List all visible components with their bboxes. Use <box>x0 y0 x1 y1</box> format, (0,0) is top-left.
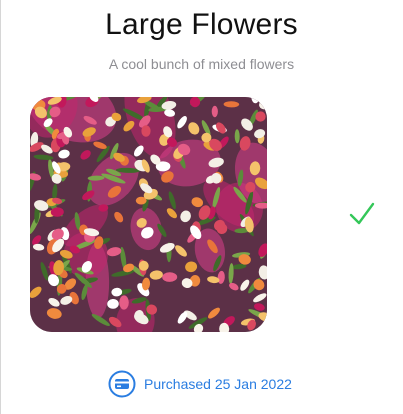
checkmark-icon <box>349 202 375 225</box>
product-subtitle: A cool bunch of mixed flowers <box>108 56 295 72</box>
flower-bouquet-image <box>30 97 267 332</box>
product-title: Large Flowers <box>105 8 298 41</box>
purchase-info-button[interactable]: Purchased 25 Jan 2022 <box>108 370 292 398</box>
purchase-date-label: Purchased 25 Jan 2022 <box>144 376 292 392</box>
credit-card-icon <box>108 370 136 398</box>
product-image <box>30 97 267 332</box>
